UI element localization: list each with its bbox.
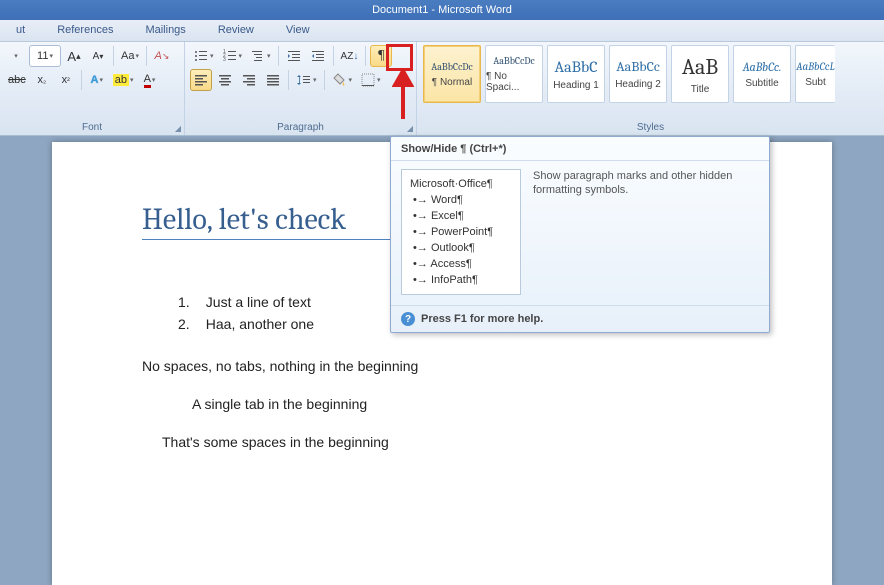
grow-font-button[interactable]: A▴ <box>63 45 85 67</box>
group-paragraph: ▾ 123▾ ▾ AZ↓ ¶ ▾ ▾ ▾ <box>185 42 417 135</box>
group-styles: AaBbCcDc¶ Normal AaBbCcDc¶ No Spaci... A… <box>417 42 884 135</box>
tab-view[interactable]: View <box>270 20 326 41</box>
superscript-button[interactable]: x² <box>55 69 77 91</box>
tooltip-preview: Microsoft·Office¶ •→ Word¶ •→ Excel¶ •→ … <box>401 169 521 295</box>
tooltip-footer: ? Press F1 for more help. <box>391 305 769 332</box>
group-label-paragraph: Paragraph◢ <box>185 122 416 135</box>
bullets-button[interactable]: ▾ <box>190 45 217 67</box>
tab-review[interactable]: Review <box>202 20 270 41</box>
font-dialog-launcher-icon[interactable]: ◢ <box>175 124 181 133</box>
align-center-button[interactable] <box>214 69 236 91</box>
tooltip-supertip: Show/Hide ¶ (Ctrl+*) Microsoft·Office¶ •… <box>390 136 770 333</box>
font-size-dropdown[interactable]: 11▾ <box>29 45 61 67</box>
help-icon: ? <box>401 312 415 326</box>
style-subtle-emphasis[interactable]: AaBbCcLSubt <box>795 45 835 103</box>
title-bar: Document1 - Microsoft Word <box>0 0 884 20</box>
paragraph-text[interactable]: A single tab in the beginning <box>142 396 742 412</box>
decrease-indent-button[interactable] <box>283 45 305 67</box>
style-subtitle[interactable]: AaBbCc.Subtitle <box>733 45 791 103</box>
paragraph-dialog-launcher-icon[interactable]: ◢ <box>407 124 413 133</box>
group-label-styles: Styles <box>417 122 884 135</box>
ribbon: ▾ 11▾ A▴ A▾ Aa▾ A↘ abc x₂ x² A▾ ab▾ A▾ F… <box>0 42 884 136</box>
group-label-font: Font◢ <box>0 122 184 135</box>
tab-mailings[interactable]: Mailings <box>129 20 201 41</box>
svg-text:3: 3 <box>223 57 226 63</box>
font-color-button[interactable]: A▾ <box>139 69 161 91</box>
align-left-button[interactable] <box>190 69 212 91</box>
font-name-dropdown[interactable]: ▾ <box>5 45 27 67</box>
borders-button[interactable]: ▾ <box>357 69 384 91</box>
paragraph-text[interactable]: No spaces, no tabs, nothing in the begin… <box>142 358 742 374</box>
multilevel-list-button[interactable]: ▾ <box>247 45 274 67</box>
style-heading-2[interactable]: AaBbCcHeading 2 <box>609 45 667 103</box>
tab-layout-partial[interactable]: ut <box>0 20 41 41</box>
group-font: ▾ 11▾ A▴ A▾ Aa▾ A↘ abc x₂ x² A▾ ab▾ A▾ F… <box>0 42 185 135</box>
paragraph-text[interactable]: That's some spaces in the beginning <box>142 434 742 450</box>
subscript-button[interactable]: x₂ <box>31 69 53 91</box>
clear-formatting-button[interactable]: A↘ <box>151 45 173 67</box>
strikethrough-button[interactable]: abc <box>5 69 29 91</box>
style-normal[interactable]: AaBbCcDc¶ Normal <box>423 45 481 103</box>
tab-references[interactable]: References <box>41 20 129 41</box>
style-title[interactable]: AaBTitle <box>671 45 729 103</box>
tooltip-description: Show paragraph marks and other hidden fo… <box>533 169 759 295</box>
numbering-button[interactable]: 123▾ <box>219 45 246 67</box>
tooltip-title: Show/Hide ¶ (Ctrl+*) <box>391 137 769 161</box>
ribbon-tabs: ut References Mailings Review View <box>0 20 884 42</box>
justify-button[interactable] <box>262 69 284 91</box>
increase-indent-button[interactable] <box>307 45 329 67</box>
style-heading-1[interactable]: AaBbCHeading 1 <box>547 45 605 103</box>
align-right-button[interactable] <box>238 69 260 91</box>
annotation-highlight-box <box>386 44 413 71</box>
sort-button[interactable]: AZ↓ <box>338 45 362 67</box>
line-spacing-button[interactable]: ▾ <box>293 69 320 91</box>
shrink-font-button[interactable]: A▾ <box>87 45 109 67</box>
shading-button[interactable]: ▾ <box>329 69 356 91</box>
style-no-spacing[interactable]: AaBbCcDc¶ No Spaci... <box>485 45 543 103</box>
highlight-button[interactable]: ab▾ <box>110 69 137 91</box>
text-effects-button[interactable]: A▾ <box>86 69 108 91</box>
change-case-button[interactable]: Aa▾ <box>118 45 142 67</box>
annotation-arrow-icon <box>392 71 414 121</box>
